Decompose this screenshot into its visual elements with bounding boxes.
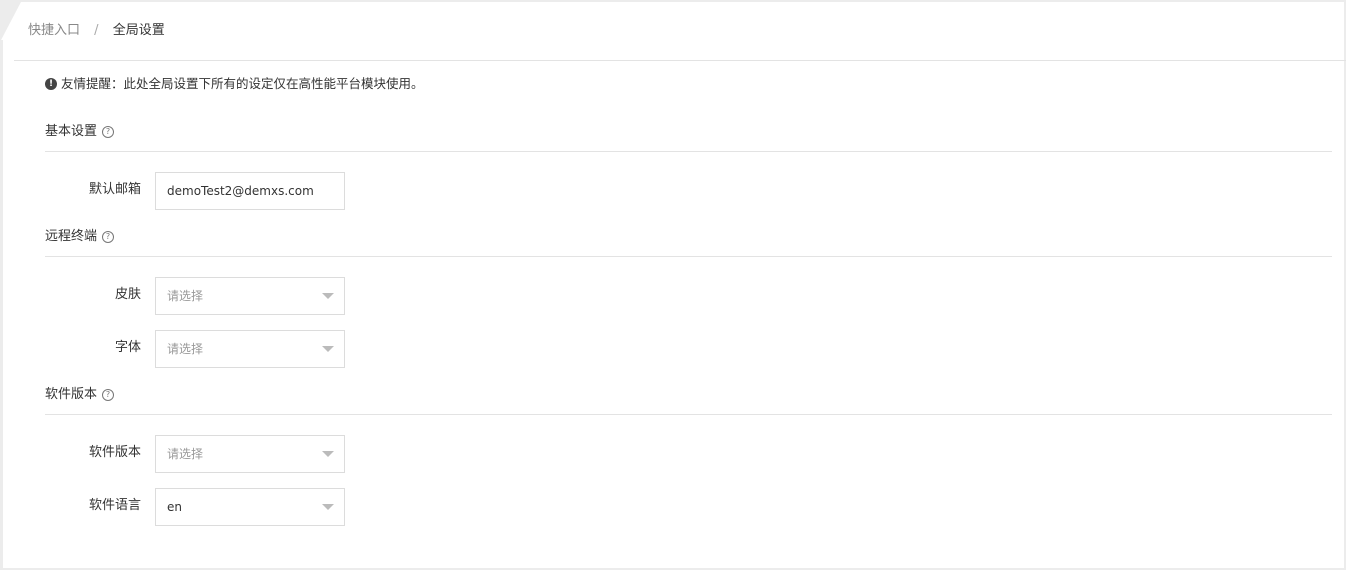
caret-down-icon: [322, 293, 334, 299]
section-title-remote-label: 远程终端: [45, 229, 98, 244]
caret-down-icon: [322, 346, 334, 352]
question-circle-icon[interactable]: ?: [102, 389, 115, 401]
left-border: [0, 40, 3, 570]
default-email-label: 默认邮箱: [88, 182, 141, 197]
top-border: [0, 0, 1346, 2]
font-placeholder: 请选择: [167, 342, 204, 356]
breadcrumb-current: 全局设置: [112, 23, 165, 38]
settings-panel: 快捷入口 / 全局设置 ! 友情提醒：此处全局设置下所有的设定仅在高性能平台模块…: [0, 0, 1346, 570]
section-title-basic: 基本设置 ?: [45, 123, 115, 141]
section-title-basic-label: 基本设置: [45, 124, 98, 139]
default-email-input[interactable]: demoTest2@demxs.com: [155, 172, 345, 210]
folded-corner: [0, 0, 22, 42]
software-language-label: 软件语言: [88, 498, 141, 513]
section-title-software-label: 软件版本: [45, 387, 98, 402]
software-version-placeholder: 请选择: [167, 447, 204, 461]
default-email-value: demoTest2@demxs.com: [167, 184, 314, 198]
section-title-remote: 远程终端 ?: [45, 228, 115, 246]
font-label: 字体: [114, 340, 141, 355]
question-circle-icon[interactable]: ?: [102, 126, 115, 138]
skin-label: 皮肤: [114, 287, 141, 302]
section-title-software: 软件版本 ?: [45, 386, 115, 404]
software-version-select[interactable]: 请选择: [155, 435, 345, 473]
software-version-label: 软件版本: [88, 445, 141, 460]
breadcrumb-link-quick-entry[interactable]: 快捷入口: [28, 23, 80, 38]
section-divider-software: [45, 414, 1332, 415]
breadcrumb: 快捷入口 / 全局设置: [28, 22, 165, 40]
software-language-value: en: [167, 500, 182, 514]
caret-down-icon: [322, 504, 334, 510]
notice-text: 友情提醒：此处全局设置下所有的设定仅在高性能平台模块使用。: [61, 76, 424, 91]
section-divider-remote: [45, 256, 1332, 257]
notice-banner: ! 友情提醒：此处全局设置下所有的设定仅在高性能平台模块使用。: [45, 75, 424, 92]
software-language-select[interactable]: en: [155, 488, 345, 526]
skin-select[interactable]: 请选择: [155, 277, 345, 315]
skin-placeholder: 请选择: [167, 289, 204, 303]
breadcrumb-separator: /: [94, 23, 99, 38]
caret-down-icon: [322, 451, 334, 457]
section-divider-basic: [45, 151, 1332, 152]
font-select[interactable]: 请选择: [155, 330, 345, 368]
exclamation-circle-icon: !: [45, 77, 57, 90]
header-divider: [14, 60, 1346, 61]
question-circle-icon[interactable]: ?: [102, 231, 115, 243]
